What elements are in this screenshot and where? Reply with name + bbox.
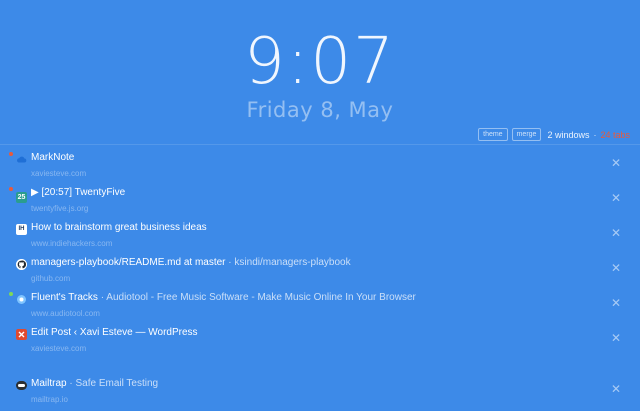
close-tab-icon[interactable]: ✕	[611, 262, 621, 274]
close-tab-icon[interactable]: ✕	[611, 192, 621, 204]
window-count: 2 windows	[547, 129, 590, 140]
mailtrap-icon	[16, 380, 27, 391]
close-tab-icon[interactable]: ✕	[611, 383, 621, 395]
tab-title: managers-playbook/README.md at master · …	[31, 257, 351, 268]
cloud-icon	[16, 154, 27, 165]
ih-icon: IH	[16, 224, 27, 235]
tab-url: xaviesteve.com	[31, 169, 87, 178]
toolbar: theme merge 2 windows · 24 tabs	[478, 128, 630, 141]
close-tab-icon[interactable]: ✕	[611, 227, 621, 239]
audible-badge-icon	[9, 187, 13, 191]
tab-title: How to brainstorm great business ideas	[31, 222, 207, 233]
tab-item[interactable]: Fluent's Tracks · Audiotool - Free Music…	[0, 290, 640, 325]
tab-title: MarkNote	[31, 152, 75, 163]
tab-list: MarkNote xaviesteve.com ✕ 25 ▶ [20:57] T…	[0, 150, 640, 411]
tab-item[interactable]: managers-playbook/README.md at master · …	[0, 255, 640, 290]
tab-title: Mailtrap · Safe Email Testing	[31, 378, 159, 389]
tab-item[interactable]: MarkNote xaviesteve.com ✕	[0, 150, 640, 185]
tab-title: Edit Post ‹ Xavi Esteve — WordPress	[31, 327, 198, 338]
tab-title: ▶ [20:57] TwentyFive	[31, 187, 126, 198]
github-icon	[16, 259, 27, 270]
header-divider	[0, 144, 640, 145]
theme-button[interactable]: theme	[478, 128, 508, 141]
tab-url: www.audiotool.com	[31, 309, 100, 318]
tab-url: twentyfive.js.org	[31, 204, 89, 213]
count-separator: ·	[593, 129, 597, 140]
close-tab-icon[interactable]: ✕	[611, 297, 621, 309]
tab-item[interactable]: Edit Post ‹ Xavi Esteve — WordPress xavi…	[0, 325, 640, 360]
audiotool-icon	[16, 294, 27, 305]
merge-button[interactable]: merge	[511, 128, 542, 141]
tab-item[interactable]: Mailtrap · Safe Email Testing mailtrap.i…	[0, 376, 640, 411]
tab-url: xaviesteve.com	[31, 344, 87, 353]
tab-url: www.indiehackers.com	[31, 239, 113, 248]
tab-title: Fluent's Tracks · Audiotool - Free Music…	[31, 292, 416, 303]
audible-badge-icon	[9, 152, 13, 156]
wordpress-icon	[16, 329, 27, 340]
close-tab-icon[interactable]: ✕	[611, 157, 621, 169]
close-tab-icon[interactable]: ✕	[611, 332, 621, 344]
tab-item[interactable]: IH How to brainstorm great business idea…	[0, 220, 640, 255]
tab-url: github.com	[31, 274, 71, 283]
clock-date: Friday 8, May	[246, 98, 394, 122]
clock-time: 9:07	[244, 25, 396, 99]
25-icon: 25	[16, 192, 27, 203]
tab-item[interactable]: 25 ▶ [20:57] TwentyFive twentyfive.js.or…	[0, 185, 640, 220]
playing-badge-icon	[9, 292, 13, 296]
tab-count: 24 tabs	[600, 129, 630, 140]
